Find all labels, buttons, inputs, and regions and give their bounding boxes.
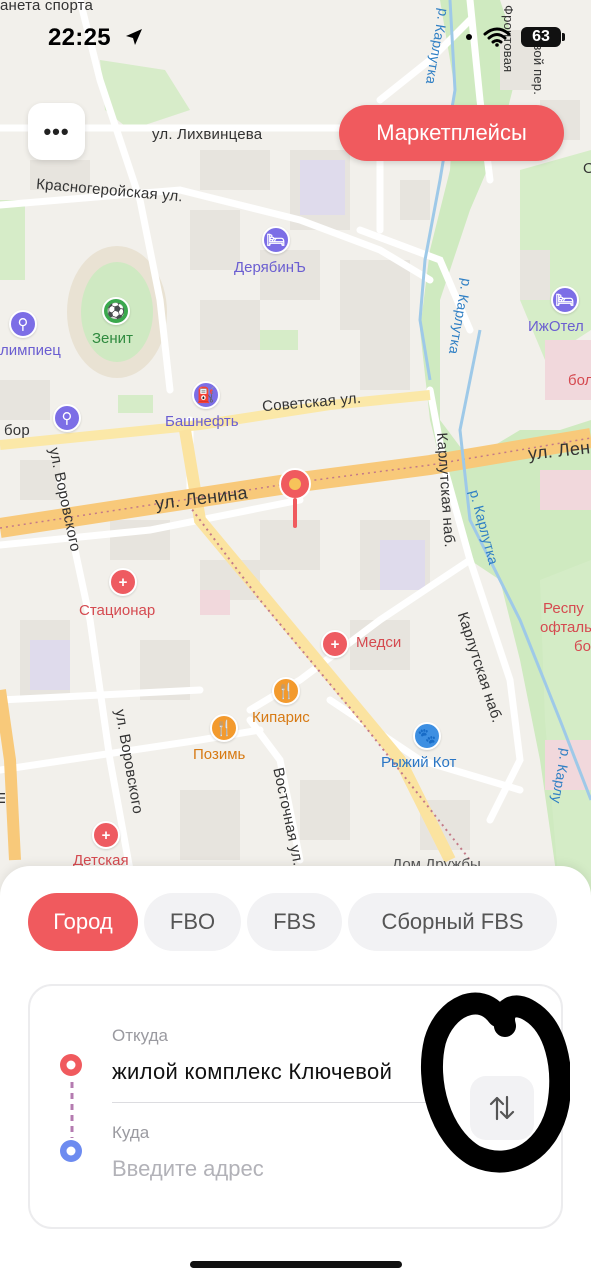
poi-label-pozim[interactable]: Позимь: [193, 746, 245, 763]
gas-station-icon[interactable]: ⛽: [192, 381, 220, 409]
to-address-input[interactable]: [112, 1156, 412, 1182]
delivery-type-tabs: Город FBO FBS Сборный FBS: [28, 893, 557, 951]
street-label-likhvintseva: ул. Лихвинцева: [152, 126, 263, 143]
status-bar: 22:25 63: [0, 0, 591, 80]
marketplaces-button[interactable]: Маркетплейсы: [339, 105, 564, 161]
status-time: 22:25: [48, 24, 111, 51]
restaurant-icon-kiparis[interactable]: 🍴: [272, 677, 300, 705]
tab-city[interactable]: Город: [28, 893, 138, 951]
status-indicators: 63: [465, 27, 565, 47]
from-address-field[interactable]: жилой комплекс Ключевой: [112, 1059, 392, 1085]
route-line: [70, 1082, 74, 1138]
tab-fbo[interactable]: FBO: [144, 893, 241, 951]
restaurant-icon-pozim[interactable]: 🍴: [210, 714, 238, 742]
poi-label-deryabin[interactable]: ДерябинЪ: [234, 259, 306, 276]
medical-icon-detskaya[interactable]: +: [92, 821, 120, 849]
poi-label-ryzhiy-kot[interactable]: Рыжий Кот: [381, 754, 456, 771]
poi-label-izhotel[interactable]: ИжОтел: [528, 318, 584, 335]
poi-label-kiparis[interactable]: Кипарис: [252, 709, 310, 726]
hotel-icon[interactable]: 🛏: [262, 226, 290, 254]
poi-label-bol[interactable]: бол: [568, 372, 591, 389]
tab-combined-fbs[interactable]: Сборный FBS: [348, 893, 557, 951]
fitness-icon[interactable]: ⚲: [9, 310, 37, 338]
pet-icon[interactable]: 🐾: [413, 722, 441, 750]
poi-label-olimpiets[interactable]: лимпиец: [0, 342, 61, 359]
to-marker-icon: [60, 1140, 82, 1162]
poi-label-bashneft[interactable]: Башнефть: [165, 413, 239, 430]
wifi-icon: [483, 27, 511, 47]
stadium-icon[interactable]: ⚽: [102, 297, 130, 325]
bottom-sheet: Город FBO FBS Сборный FBS Откуда жилой к…: [0, 866, 591, 1280]
from-marker-icon: [60, 1054, 82, 1076]
divider: [112, 1102, 442, 1103]
location-pin-icon[interactable]: [277, 467, 313, 531]
swap-arrows-icon: [489, 1095, 515, 1121]
swap-button[interactable]: [470, 1076, 534, 1140]
poi-label-respublika-3[interactable]: бо: [574, 638, 591, 655]
map-label-o: О: [583, 160, 591, 177]
menu-button[interactable]: •••: [28, 103, 85, 160]
medical-icon-medsi[interactable]: +: [321, 630, 349, 658]
to-label: Куда: [112, 1123, 150, 1142]
poi-label-medsi[interactable]: Медси: [356, 634, 401, 651]
poi-label-zenit[interactable]: Зенит: [92, 330, 133, 347]
tab-fbs[interactable]: FBS: [247, 893, 342, 951]
poi-label-respublika-2[interactable]: офтальм: [540, 619, 591, 636]
from-label: Откуда: [112, 1026, 168, 1045]
hotel-icon-izhotel[interactable]: 🛏: [551, 286, 579, 314]
battery-icon: 63: [521, 27, 565, 47]
poi-label-statsionar[interactable]: Стационар: [79, 602, 155, 619]
signal-dot-icon: [466, 34, 472, 40]
map-label-sh: ш: [0, 792, 10, 804]
fitness-icon-2[interactable]: ⚲: [53, 404, 81, 432]
medical-icon[interactable]: +: [109, 568, 137, 596]
location-arrow-icon: [126, 29, 142, 45]
route-card: Откуда жилой комплекс Ключевой Куда: [28, 984, 570, 1229]
map-label-bor: бор: [4, 422, 30, 439]
home-indicator: [190, 1261, 402, 1268]
poi-label-respublika-1[interactable]: Респу: [543, 600, 584, 617]
